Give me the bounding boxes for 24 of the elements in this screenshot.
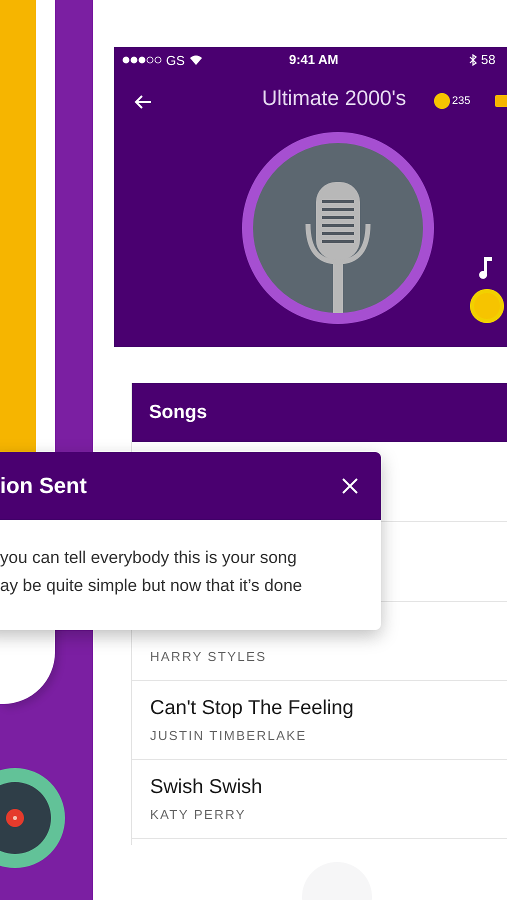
song-title: Swish Swish: [150, 776, 264, 799]
carrier-name: GS: [166, 52, 185, 68]
bluetooth-icon: [469, 54, 477, 66]
playlist-title: Ultimate 2000's: [262, 87, 406, 111]
coin-icon: [434, 93, 450, 109]
song-title: Can't Stop The Feeling: [150, 697, 355, 720]
wifi-icon: [188, 54, 203, 66]
artist-name: JUSTIN TIMBERLAKE: [150, 728, 308, 743]
dialog-text: you can tell everybody this is your song: [0, 548, 298, 568]
song-item[interactable]: Can't Stop The Feeling JUSTIN TIMBERLAKE: [132, 681, 507, 760]
coin-icon[interactable]: [470, 289, 504, 323]
artist-name: KATY PERRY: [150, 807, 247, 822]
section-title: Songs: [149, 402, 208, 424]
dialog-title: ion Sent: [0, 473, 87, 499]
song-item[interactable]: Swish Swish KATY PERRY: [132, 760, 507, 839]
coin-count: 235: [452, 95, 470, 107]
signal-icon: [122, 56, 162, 64]
back-arrow-icon[interactable]: [134, 94, 152, 110]
ticket-icon: [495, 95, 507, 107]
battery-percent: 58: [481, 52, 496, 67]
dialog-text: ay be quite simple but now that it’s done: [0, 576, 304, 596]
artist-name: HARRY STYLES: [150, 649, 268, 664]
status-time: 9:41 AM: [289, 52, 338, 67]
close-button[interactable]: [341, 477, 359, 495]
